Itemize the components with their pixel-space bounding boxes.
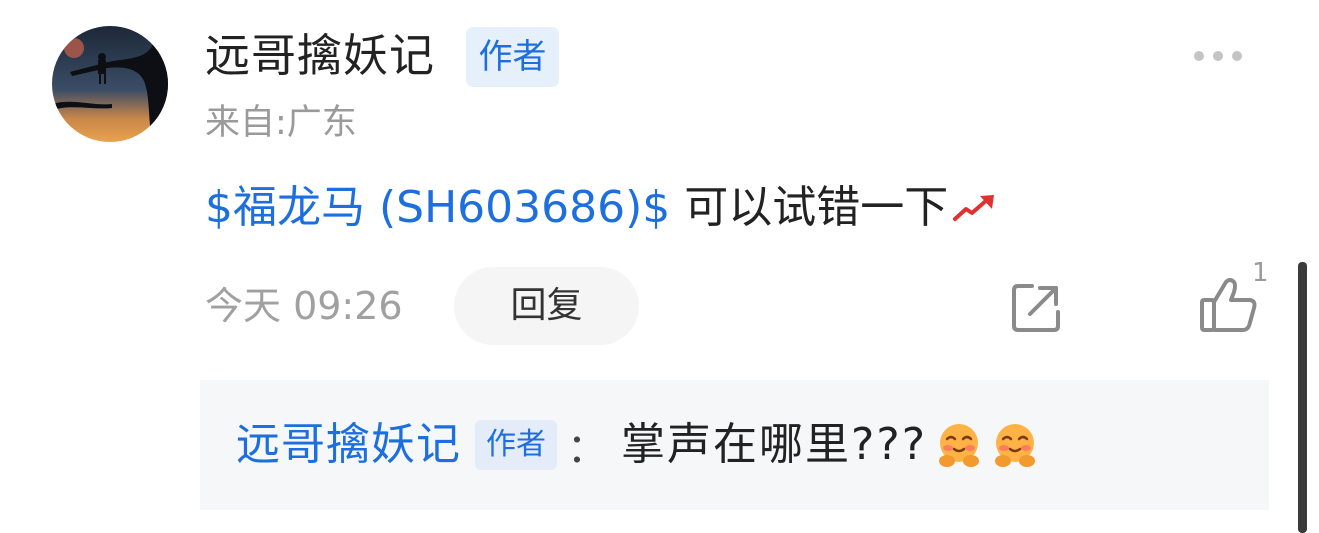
- scrollbar[interactable]: [1298, 262, 1307, 533]
- stock-link[interactable]: $福龙马 (SH603686)$: [205, 178, 670, 238]
- post-content: $福龙马 (SH603686)$ 可以试错一下: [205, 178, 998, 238]
- post-timestamp: 今天 09:26: [205, 284, 403, 328]
- post-location: 来自:广东: [205, 103, 357, 143]
- reply-username[interactable]: 远哥擒妖记: [236, 415, 461, 475]
- blushing-hug-emoji-icon: [991, 421, 1039, 469]
- blushing-hug-emoji-icon: [935, 421, 983, 469]
- trend-up-icon: [952, 178, 998, 238]
- reply-text: 掌声在哪里???: [621, 419, 928, 470]
- thumbs-up-icon[interactable]: [1198, 276, 1260, 334]
- reply-colon: ：: [567, 426, 607, 472]
- author-badge: 作者: [466, 27, 559, 87]
- avatar-image: [52, 26, 168, 142]
- reply-preview[interactable]: 远哥擒妖记 作者 ： 掌声在哪里???: [200, 380, 1269, 510]
- reply-line: 远哥擒妖记 作者 ： 掌声在哪里???: [236, 415, 1039, 475]
- share-icon[interactable]: [1008, 280, 1064, 336]
- comment-card: 远哥擒妖记 作者 来自:广东 $福龙马 (SH603686)$ 可以试错一下 今…: [0, 0, 1319, 533]
- post-text: 可以试错一下: [684, 182, 949, 233]
- like-count: 1: [1252, 258, 1269, 288]
- post-username[interactable]: 远哥擒妖记: [205, 26, 435, 86]
- reply-author-badge: 作者: [475, 420, 557, 470]
- avatar[interactable]: [52, 26, 168, 142]
- more-dots-icon[interactable]: [1192, 48, 1244, 64]
- reply-button[interactable]: 回复: [454, 267, 639, 345]
